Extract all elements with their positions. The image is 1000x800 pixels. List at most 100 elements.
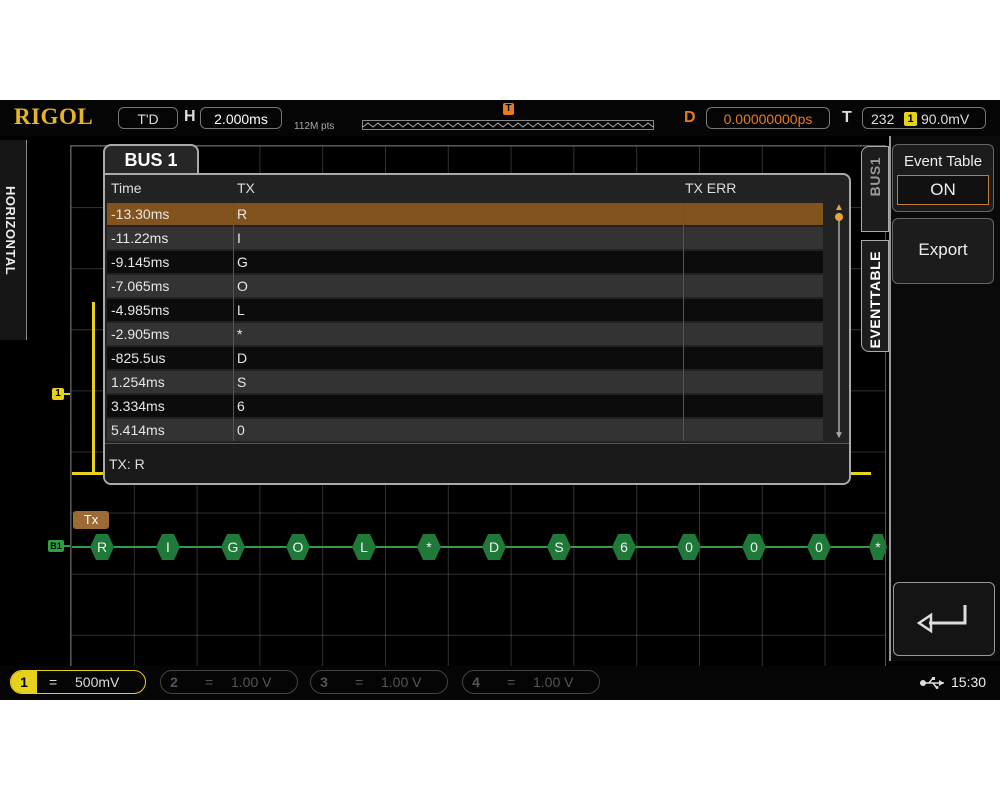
row-time: -11.22ms bbox=[111, 230, 169, 246]
event-detail-text: TX: R bbox=[109, 456, 145, 472]
row-tx: 0 bbox=[237, 422, 245, 438]
trigger-level-number: 232 bbox=[871, 111, 895, 127]
row-tx: S bbox=[237, 374, 247, 390]
row-time: -13.30ms bbox=[111, 206, 170, 222]
usb-icon bbox=[920, 677, 944, 689]
trigger-level-value: 90.0mV bbox=[921, 111, 970, 127]
clock-time: 15:30 bbox=[951, 674, 987, 690]
channel1-trace-edge bbox=[92, 302, 95, 474]
export-button[interactable]: Export bbox=[892, 218, 994, 284]
bus1-tab-label: BUS1 bbox=[867, 157, 883, 197]
trigger-position-icon: T bbox=[503, 103, 514, 115]
run-status-indicator[interactable]: T'D bbox=[118, 107, 178, 129]
memory-depth: 112M pts bbox=[294, 121, 335, 132]
channel4-number: 4 bbox=[472, 674, 480, 690]
table-row[interactable]: -4.985ms L bbox=[107, 299, 823, 321]
table-row[interactable]: -7.065ms O bbox=[107, 275, 823, 297]
oscilloscope-screen: RIGOL T'D H 2.000ms 112M pts T D 0.00000… bbox=[0, 100, 1000, 700]
row-tx: D bbox=[237, 350, 248, 366]
channel3-coupling-icon: = bbox=[355, 674, 364, 690]
event-table-menu-tab[interactable]: EVENTTABLE bbox=[861, 240, 889, 352]
column-separator bbox=[683, 203, 684, 441]
channel1-status[interactable]: 1 = 500mV bbox=[10, 670, 146, 694]
column-separator bbox=[233, 203, 234, 441]
row-time: -4.985ms bbox=[111, 302, 170, 318]
event-table-state: ON bbox=[897, 175, 989, 205]
row-time: -9.145ms bbox=[111, 254, 170, 270]
scroll-track bbox=[838, 213, 840, 435]
bus1-offset-marker[interactable]: B1 bbox=[48, 540, 64, 552]
channel4-coupling-icon: = bbox=[507, 674, 516, 690]
overview-zigzag bbox=[363, 122, 653, 128]
table-row[interactable]: 5.414ms 0 bbox=[107, 419, 823, 441]
channel3-scale: 1.00 V bbox=[381, 674, 422, 690]
timebase-value[interactable]: 2.000ms bbox=[200, 107, 282, 129]
channel2-status[interactable]: 2 = 1.00 V bbox=[160, 670, 298, 694]
row-time: -7.065ms bbox=[111, 278, 170, 294]
row-time: -825.5us bbox=[111, 350, 166, 366]
table-row[interactable]: -9.145ms G bbox=[107, 251, 823, 273]
channel1-marker-pointer bbox=[64, 393, 70, 395]
horizontal-menu-tab[interactable]: HORIZONTAL bbox=[0, 140, 27, 340]
channel2-coupling-icon: = bbox=[205, 674, 214, 690]
column-header-tx-err: TX ERR bbox=[685, 180, 737, 196]
channel3-number: 3 bbox=[320, 674, 328, 690]
row-tx: R bbox=[237, 206, 248, 222]
bus1-menu-tab[interactable]: BUS1 bbox=[861, 146, 889, 232]
bus1-marker-pointer bbox=[64, 545, 70, 547]
channel1-trace-right bbox=[849, 472, 871, 475]
bus1-window-tab[interactable]: BUS 1 bbox=[103, 144, 199, 175]
row-time: 5.414ms bbox=[111, 422, 165, 438]
row-time: -2.905ms bbox=[111, 326, 170, 342]
event-table-header: Time TX TX ERR bbox=[105, 178, 849, 200]
channel-status-bar: 1 = 500mV 2 = 1.00 V 3 = 1.00 V 4 = 1.00… bbox=[0, 666, 1000, 700]
row-tx: 6 bbox=[237, 398, 245, 414]
row-tx: * bbox=[237, 326, 243, 342]
channel1-scale: 500mV bbox=[75, 674, 120, 690]
channel2-scale: 1.00 V bbox=[231, 674, 272, 690]
row-tx: G bbox=[237, 254, 248, 270]
scroll-thumb[interactable] bbox=[835, 213, 843, 221]
row-tx: L bbox=[237, 302, 245, 318]
top-status-bar: RIGOL T'D H 2.000ms 112M pts T D 0.00000… bbox=[0, 100, 1000, 136]
row-time: 1.254ms bbox=[111, 374, 165, 390]
channel2-number: 2 bbox=[170, 674, 178, 690]
trigger-source-badge: 1 bbox=[904, 112, 917, 126]
column-header-time: Time bbox=[111, 180, 142, 196]
event-table-scrollbar[interactable]: ▲ ▼ bbox=[832, 203, 846, 441]
table-row[interactable]: 1.254ms S bbox=[107, 371, 823, 393]
delay-value[interactable]: 0.00000000ps bbox=[706, 107, 830, 129]
scroll-down-icon[interactable]: ▼ bbox=[834, 431, 844, 441]
table-row[interactable]: -2.905ms * bbox=[107, 323, 823, 345]
table-row[interactable]: 3.334ms 6 bbox=[107, 395, 823, 417]
table-row[interactable]: -825.5us D bbox=[107, 347, 823, 369]
back-button[interactable] bbox=[893, 582, 995, 656]
row-time: 3.334ms bbox=[111, 398, 165, 414]
row-tx: O bbox=[237, 278, 248, 294]
trigger-settings[interactable]: 232 1 90.0mV bbox=[862, 107, 986, 129]
channel4-status[interactable]: 4 = 1.00 V bbox=[462, 670, 600, 694]
channel1-trace-left bbox=[72, 472, 106, 475]
event-table-label: Event Table bbox=[903, 153, 983, 170]
trigger-label: T bbox=[842, 109, 852, 126]
decode-tx-label: Tx bbox=[73, 511, 109, 529]
event-table-toggle-button[interactable]: Event Table ON bbox=[892, 144, 994, 212]
waveform-overview-bar bbox=[362, 120, 654, 130]
event-table-tab-label: EVENTTABLE bbox=[867, 251, 883, 349]
horizontal-tab-label: HORIZONTAL bbox=[3, 186, 18, 276]
delay-label: D bbox=[684, 109, 696, 126]
table-row[interactable]: -13.30ms R bbox=[107, 203, 823, 225]
channel1-number: 1 bbox=[11, 671, 37, 693]
channel4-scale: 1.00 V bbox=[533, 674, 574, 690]
table-row[interactable]: -11.22ms I bbox=[107, 227, 823, 249]
scroll-up-icon[interactable]: ▲ bbox=[834, 203, 844, 213]
column-header-tx: TX bbox=[237, 180, 255, 196]
horizontal-label: H bbox=[184, 108, 196, 125]
return-arrow-icon bbox=[916, 605, 967, 634]
channel3-status[interactable]: 3 = 1.00 V bbox=[310, 670, 448, 694]
row-tx: I bbox=[237, 230, 241, 246]
event-table-body: -13.30ms R -11.22ms I -9.145ms G -7.065ms O … bbox=[107, 203, 823, 441]
bus1-event-table-window: Time TX TX ERR -13.30ms R -11.22ms I -9.14… bbox=[103, 173, 851, 485]
channel1-offset-marker[interactable]: 1 bbox=[52, 388, 64, 400]
event-detail-bar: TX: R bbox=[105, 443, 849, 483]
